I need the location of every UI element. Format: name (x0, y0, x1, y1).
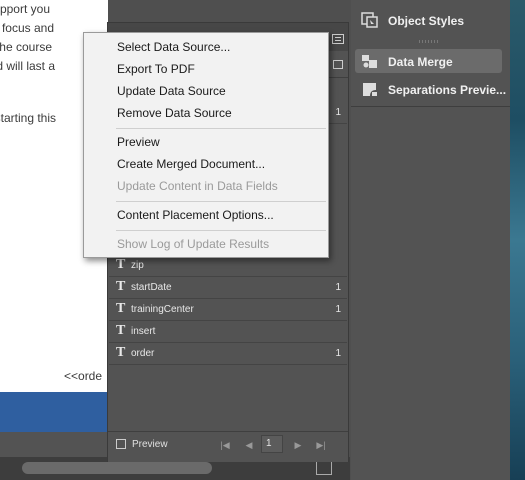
content-placement-icon[interactable] (333, 60, 343, 69)
panels-dock: Object Styles Data Merge Separations Pre… (351, 0, 510, 480)
preview-label: Preview (132, 439, 168, 450)
menu-item-update-data-source[interactable]: Update Data Source (117, 84, 226, 98)
panel-tab-label: Separations Previe... (388, 83, 507, 97)
menu-item-show-log-of-update-results[interactable]: Show Log of Update Results (117, 237, 269, 251)
field-name: zip (131, 260, 144, 271)
record-number-field[interactable]: 1 (261, 435, 283, 453)
field-name: insert (131, 326, 156, 337)
merge-field-tag: <<orde (64, 369, 103, 383)
field-row[interactable]: T zip (109, 256, 347, 277)
separations-preview-icon (363, 83, 377, 96)
page-text-line: he course (0, 40, 52, 54)
preview-checkbox[interactable] (116, 439, 126, 449)
field-count: 1 (335, 304, 341, 315)
text-field-icon: T (116, 257, 126, 272)
field-name: order (131, 348, 155, 359)
data-merge-icon (362, 55, 377, 68)
panel-tab-separations-preview[interactable]: Separations Previe... (355, 77, 506, 101)
page-text-line: focus and (1, 21, 54, 35)
field-row[interactable]: T startDate 1 (109, 278, 347, 299)
page-text-line: pport you (0, 2, 50, 16)
last-record-icon[interactable]: ▶| (312, 436, 330, 454)
field-count: 1 (335, 107, 341, 118)
page-blue-band (0, 392, 108, 432)
field-count: 1 (335, 348, 341, 359)
page-text-line: d will last a (0, 59, 55, 73)
menu-separator (116, 201, 326, 202)
text-field-icon: T (116, 279, 126, 294)
object-styles-icon (361, 12, 378, 28)
panel-group-grip[interactable] (419, 40, 439, 43)
field-name: startDate (131, 282, 172, 293)
field-row[interactable]: T order 1 (109, 344, 347, 365)
data-merge-context-menu: Select Data Source... Export To PDF Upda… (83, 32, 329, 258)
panel-tab-data-merge[interactable]: Data Merge (355, 49, 502, 73)
panel-tab-label: Data Merge (388, 55, 453, 69)
menu-item-remove-data-source[interactable]: Remove Data Source (117, 106, 232, 120)
desktop-background (510, 0, 525, 480)
page-text-line: starting this (0, 111, 56, 125)
panel-tab-object-styles[interactable]: Object Styles (355, 8, 502, 32)
menu-item-content-placement-options[interactable]: Content Placement Options... (117, 208, 274, 222)
panel-menu-icon[interactable] (332, 34, 344, 44)
panel-tab-label: Object Styles (388, 14, 465, 28)
field-count: 1 (335, 282, 341, 293)
text-field-icon: T (116, 301, 126, 316)
menu-separator (116, 128, 326, 129)
field-row[interactable]: T insert (109, 322, 347, 343)
menu-item-preview[interactable]: Preview (117, 135, 160, 149)
field-row[interactable]: T trainingCenter 1 (109, 300, 347, 321)
panel-divider (351, 106, 510, 107)
menu-item-update-content-in-data-fields[interactable]: Update Content in Data Fields (117, 179, 278, 193)
menu-item-create-merged-document[interactable]: Create Merged Document... (117, 157, 265, 171)
panel-footer: Preview |◀ ◀ 1 ▶ ▶| (108, 431, 348, 462)
next-record-icon[interactable]: ▶ (289, 436, 307, 454)
field-name: trainingCenter (131, 304, 194, 315)
first-record-icon[interactable]: |◀ (216, 436, 234, 454)
menu-item-export-to-pdf[interactable]: Export To PDF (117, 62, 195, 76)
menu-separator (116, 230, 326, 231)
previous-record-icon[interactable]: ◀ (240, 436, 258, 454)
text-field-icon: T (116, 323, 126, 338)
scrollbar-thumb[interactable] (22, 462, 212, 474)
menu-item-select-data-source[interactable]: Select Data Source... (117, 40, 230, 54)
view-mode-icon[interactable] (316, 461, 332, 475)
text-field-icon: T (116, 345, 126, 360)
